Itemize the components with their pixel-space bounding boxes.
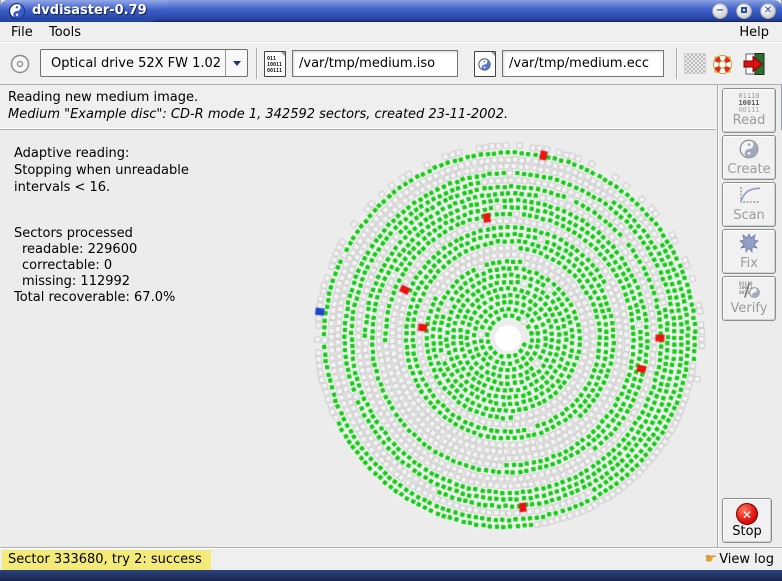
sidebar-separator — [717, 85, 719, 547]
stop-button[interactable]: ✕ Stop — [722, 498, 772, 543]
verify-button[interactable]: 01110 10011 00111 ∕ Verify — [722, 276, 776, 321]
view-log-label: View log — [719, 552, 774, 567]
window-title: dvdisaster-0.79 — [32, 3, 147, 18]
toolbar-separator — [676, 48, 678, 79]
sectors-title: Sectors processed — [14, 226, 133, 241]
fix-button[interactable]: Fix — [722, 229, 776, 274]
verify-label: Verify — [731, 302, 768, 316]
read-binary-icon: 01110 10011 00111 — [738, 93, 759, 114]
iso-file-icon: 011 10011 00111 — [264, 51, 286, 77]
stop-icon: ✕ — [736, 503, 758, 525]
drive-icon-button[interactable] — [6, 50, 34, 78]
read-label: Read — [733, 114, 766, 128]
ecc-file-icon — [474, 51, 496, 77]
stopping-rule-line1: Stopping when unreadable — [14, 163, 189, 178]
minimize-button[interactable]: − — [712, 3, 728, 19]
scan-label: Scan — [733, 209, 765, 223]
close-button[interactable]: ✕ — [760, 3, 776, 19]
stopping-rule-line2: intervals < 16. — [14, 180, 110, 195]
menu-help[interactable]: Help — [732, 24, 776, 41]
app-yinyang-icon — [9, 3, 25, 23]
titlebar: dvdisaster-0.79 − ✕ — [0, 0, 782, 22]
menu-tools[interactable]: Tools — [42, 24, 88, 41]
verify-icon: 01110 10011 00111 ∕ — [738, 282, 760, 302]
menubar: File Tools Help — [0, 22, 782, 42]
create-button[interactable]: Create — [722, 135, 776, 180]
pointing-hand-icon: ☛ — [705, 551, 718, 567]
create-yinyang-icon — [739, 139, 759, 163]
total-recoverable: Total recoverable: 67.0% — [14, 290, 175, 305]
reading-mode-label: Adaptive reading: — [14, 146, 129, 161]
cd-disc-icon — [9, 53, 31, 75]
chevron-down-icon — [233, 61, 241, 66]
combo-arrow — [225, 50, 247, 76]
help-lifebelt-icon[interactable] — [708, 50, 736, 78]
window-bottom-border — [0, 570, 782, 581]
sectors-correctable: correctable: 0 — [22, 258, 112, 273]
main-area: Adaptive reading: Stopping when unreadab… — [0, 130, 782, 547]
iso-path-input[interactable] — [292, 50, 458, 77]
fix-label: Fix — [740, 257, 758, 271]
status-line-primary: Reading new medium image. — [8, 90, 198, 105]
status-line-medium-info: Medium "Example disc": CD-R mode 1, 3425… — [8, 107, 508, 122]
toolbar-separator — [256, 48, 258, 79]
sector-status-message: Sector 333680, try 2: success — [2, 550, 211, 570]
stop-label: Stop — [732, 525, 762, 539]
sectors-missing: missing: 112992 — [22, 274, 130, 289]
preferences-icon-disabled[interactable] — [684, 53, 706, 74]
quit-exit-icon[interactable] — [740, 50, 768, 78]
scan-button[interactable]: Scan — [722, 182, 776, 227]
fix-splat-icon — [739, 233, 759, 257]
statusbar: Sector 333680, try 2: success ☛View log — [0, 547, 782, 570]
view-log-button[interactable]: ☛View log — [705, 551, 774, 567]
menu-file[interactable]: File — [4, 24, 40, 41]
header-status: Reading new medium image. Medium "Exampl… — [0, 85, 716, 130]
toolbar: Optical drive 52X FW 1.02 011 10011 0011… — [0, 42, 782, 85]
read-button[interactable]: 01110 10011 00111 Read — [722, 88, 776, 133]
drive-select[interactable]: Optical drive 52X FW 1.02 — [40, 49, 248, 77]
scan-curve-icon — [737, 186, 761, 209]
maximize-button[interactable] — [736, 3, 752, 19]
drive-select-value: Optical drive 52X FW 1.02 — [41, 56, 225, 71]
create-label: Create — [727, 163, 770, 177]
sectors-readable: readable: 229600 — [22, 242, 137, 257]
ecc-path-input[interactable] — [502, 50, 664, 77]
